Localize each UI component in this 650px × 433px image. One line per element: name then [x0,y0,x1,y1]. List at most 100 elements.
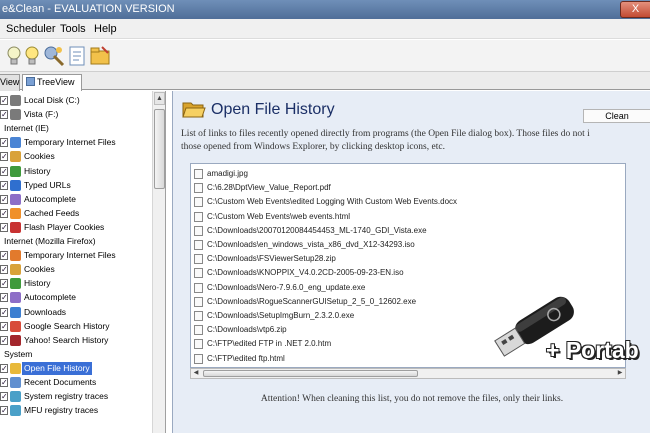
checkbox[interactable]: ✓ [0,222,8,232]
tree-item[interactable]: ✓ System registry traces [0,390,152,403]
window-title: e&Clean - EVALUATION VERSION [2,3,175,15]
tree-item[interactable]: ✓ Autocomplete [0,291,152,304]
scroll-up-icon[interactable]: ▲ [154,92,165,105]
checkbox[interactable]: ✓ [0,363,8,373]
checkbox[interactable]: ✓ [0,307,8,317]
lightbulb-icon[interactable] [20,44,44,68]
menu-scheduler[interactable]: Scheduler [6,23,56,35]
checkbox[interactable]: ✓ [0,392,8,402]
tree-item-label: Cookies [24,264,55,275]
tree-item[interactable]: ✓ Temporary Internet Files [0,249,152,262]
history-icon [10,165,21,177]
tree-item-label: System [4,348,33,359]
checkbox[interactable]: ✓ [0,208,8,218]
tree-item[interactable]: Internet (IE) [0,122,152,135]
checkbox[interactable]: ✓ [0,378,8,387]
scroll-left-icon[interactable]: ◀ [191,369,201,378]
tree-item[interactable]: ✓ Cookies [0,150,152,163]
yahoo-icon [10,334,21,346]
tree-item-label: Temporary Internet Files [24,137,116,148]
tree-item-label: Local Disk (C:) [24,95,80,105]
file-path: C:\FTP\edited ftp.html [207,353,285,363]
file-icon [194,268,203,279]
tree-item[interactable]: ✓ Temporary Internet Files [0,136,152,149]
tree-item-label: Yahoo! Search History [24,334,109,345]
tree-item-label: MFU registry traces [24,405,99,416]
tree-item-label: Internet (IE) [4,123,49,134]
file-path: amadigi.jpg [207,169,248,178]
url-icon [10,179,21,191]
tree-item[interactable]: ✓ Cached Feeds [0,207,152,220]
checkbox[interactable]: ✓ [0,293,8,303]
folder-icon [10,362,21,374]
tree-item[interactable]: ✓ Downloads [0,306,152,319]
file-path: C:\Downloads\en_windows_vista_x86_dvd_X1… [207,240,415,249]
file-path: C:\Downloads\KNOPPIX_V4.0.2CD-2005-09-23… [207,268,404,278]
cookie-icon [10,264,21,276]
autocomplete-icon [10,292,21,304]
tree-item[interactable]: ✓ Vista (F:) [0,108,152,121]
checkbox[interactable]: ✓ [0,166,8,176]
tree-item[interactable]: Internet (Mozilla Firefox) [0,235,152,248]
document-icon [10,377,21,388]
feed-icon [10,207,21,219]
checkbox[interactable]: ✓ [0,180,8,190]
checkbox[interactable]: ✓ [0,251,8,261]
tree-item-label: Temporary Internet Files [24,250,116,261]
tree-panel: ✓ Local Disk (C:) ✓ Vista (F:) Internet (IE)… [0,91,152,433]
file-path: C:\Downloads\RogueScannerGUISetup_2_5_0_… [207,296,417,306]
checkbox[interactable]: ✓ [0,335,8,345]
download-icon [10,306,21,318]
tree-item-label: Vista (F:) [24,109,59,120]
tree-item-label: History [24,165,51,176]
file-icon [194,254,203,265]
scroll-right-icon[interactable]: ▶ [615,369,625,378]
scroll-thumb[interactable] [154,109,165,189]
menu-tools[interactable]: Tools [60,23,86,35]
google-icon [10,320,21,332]
registry-icon [10,405,21,417]
tree-item[interactable]: ✓ Cookies [0,263,152,276]
tree-item[interactable]: System [0,348,152,361]
tree-item[interactable]: ✓ Open File History [0,361,152,375]
checkbox[interactable]: ✓ [0,138,8,148]
scroll-thumb[interactable] [203,370,418,377]
close-button[interactable]: X [620,1,650,18]
checkbox[interactable]: ✓ [0,96,8,105]
checkbox[interactable]: ✓ [0,194,8,204]
tab-view[interactable]: View [0,74,20,91]
tree-item-label: Cookies [24,151,55,162]
clean-folder-icon[interactable] [88,44,112,68]
tree-item[interactable]: ✓ History [0,277,152,290]
menu-bar: Scheduler Tools Help [0,19,650,39]
tree-item-label: Recent Documents [24,377,97,387]
tab-treeview[interactable]: TreeView [22,74,82,92]
checkbox[interactable]: ✓ [0,110,8,120]
file-icon [194,325,203,336]
tree-item-label: Downloads [24,306,67,317]
tree-item[interactable]: ✓ MFU registry traces [0,404,152,417]
tree-item[interactable]: ✓ Typed URLs [0,179,152,192]
tree-item[interactable]: ✓ Yahoo! Search History [0,334,152,347]
tree-item[interactable]: ✓ Recent Documents [0,376,152,389]
tools-icon[interactable] [42,44,66,68]
tree-scrollbar[interactable]: ▲ [152,91,166,433]
file-icon [194,211,203,222]
file-path: C:\6.28\DptView_Value_Report.pdf [207,183,331,193]
document-icon[interactable] [65,44,89,68]
checkbox[interactable]: ✓ [0,406,8,416]
menu-help[interactable]: Help [94,23,117,35]
tree-item[interactable]: ✓ Local Disk (C:) [0,94,152,107]
flash-icon [10,221,21,233]
checkbox[interactable]: ✓ [0,279,8,289]
tree-item[interactable]: ✓ Autocomplete [0,193,152,206]
tree-item[interactable]: ✓ History [0,165,152,178]
checkbox[interactable]: ✓ [0,265,8,275]
tree-item[interactable]: ✓ Google Search History [0,320,152,333]
checkbox[interactable]: ✓ [0,152,8,162]
file-icon [194,183,203,194]
tree-item[interactable]: ✓ Flash Player Cookies [0,221,152,234]
checkbox[interactable]: ✓ [0,321,8,331]
tree-item-label: Typed URLs [24,179,71,190]
clean-button[interactable]: Clean [583,109,650,123]
